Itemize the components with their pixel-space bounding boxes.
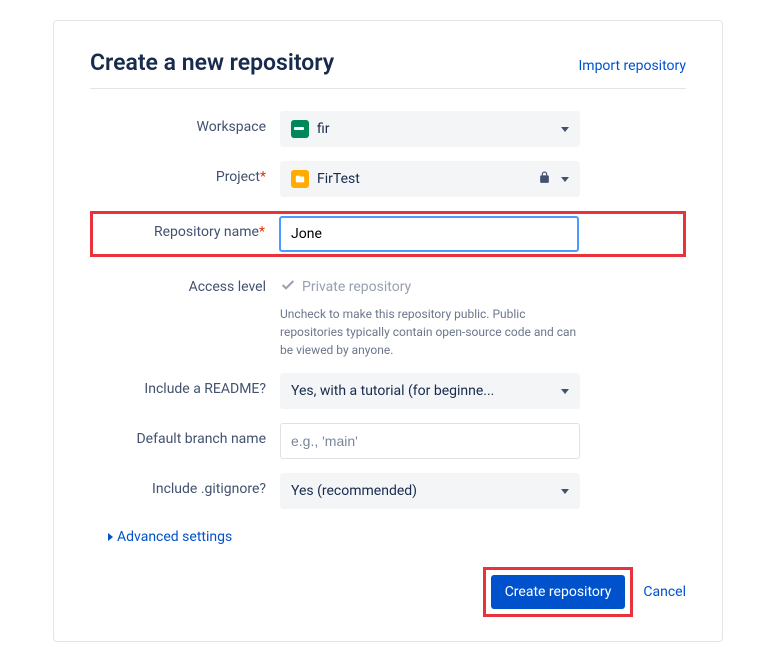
- chevron-down-icon: [561, 489, 569, 494]
- required-marker: *: [260, 169, 266, 185]
- checkmark-icon[interactable]: [280, 277, 296, 297]
- readme-label: Include a README?: [90, 373, 280, 397]
- repo-name-label-text: Repository name: [154, 224, 259, 240]
- project-row: Project* FirTest: [90, 161, 686, 197]
- private-checkbox-label: Private repository: [302, 279, 411, 295]
- workspace-icon: [291, 120, 309, 138]
- page-title: Create a new repository: [90, 49, 334, 76]
- default-branch-input[interactable]: [280, 423, 580, 459]
- repo-name-input[interactable]: [279, 216, 579, 252]
- readme-value: Yes, with a tutorial (for beginne...: [291, 383, 561, 399]
- create-repository-button[interactable]: Create repository: [491, 575, 626, 609]
- advanced-label: Advanced settings: [117, 529, 232, 545]
- project-label: Project*: [90, 161, 280, 185]
- project-select[interactable]: FirTest: [280, 161, 580, 197]
- form-actions: Create repository Cancel: [90, 567, 686, 617]
- repo-name-row: Repository name*: [95, 216, 681, 252]
- advanced-settings-toggle[interactable]: Advanced settings: [108, 529, 232, 545]
- chevron-down-icon: [561, 177, 569, 182]
- import-repository-link[interactable]: Import repository: [578, 58, 686, 74]
- access-label: Access level: [90, 271, 280, 295]
- required-marker: *: [259, 224, 265, 240]
- create-repo-panel: Create a new repository Import repositor…: [53, 20, 723, 642]
- chevron-down-icon: [561, 127, 569, 132]
- gitignore-value: Yes (recommended): [291, 483, 561, 499]
- project-value: FirTest: [317, 171, 538, 187]
- access-row: Access level Private repository Uncheck …: [90, 271, 686, 359]
- branch-row: Default branch name: [90, 423, 686, 459]
- branch-label: Default branch name: [90, 423, 280, 447]
- readme-select[interactable]: Yes, with a tutorial (for beginne...: [280, 373, 580, 409]
- repo-name-label: Repository name*: [95, 216, 279, 240]
- folder-icon: [291, 170, 309, 188]
- panel-header: Create a new repository Import repositor…: [90, 49, 686, 89]
- private-checkbox-row: Private repository: [280, 271, 580, 297]
- workspace-value: fir: [317, 121, 561, 137]
- gitignore-select[interactable]: Yes (recommended): [280, 473, 580, 509]
- chevron-down-icon: [561, 389, 569, 394]
- workspace-row: Workspace fir: [90, 111, 686, 147]
- lock-icon: [538, 171, 551, 188]
- workspace-label: Workspace: [90, 111, 280, 135]
- chevron-right-icon: [108, 533, 113, 541]
- gitignore-label: Include .gitignore?: [90, 473, 280, 497]
- cancel-link[interactable]: Cancel: [643, 584, 686, 600]
- project-label-text: Project: [216, 169, 260, 185]
- readme-row: Include a README? Yes, with a tutorial (…: [90, 373, 686, 409]
- repo-name-highlight: Repository name*: [90, 211, 686, 257]
- gitignore-row: Include .gitignore? Yes (recommended): [90, 473, 686, 509]
- workspace-select[interactable]: fir: [280, 111, 580, 147]
- access-help-text: Uncheck to make this repository public. …: [280, 305, 580, 359]
- create-button-highlight: Create repository: [483, 567, 634, 617]
